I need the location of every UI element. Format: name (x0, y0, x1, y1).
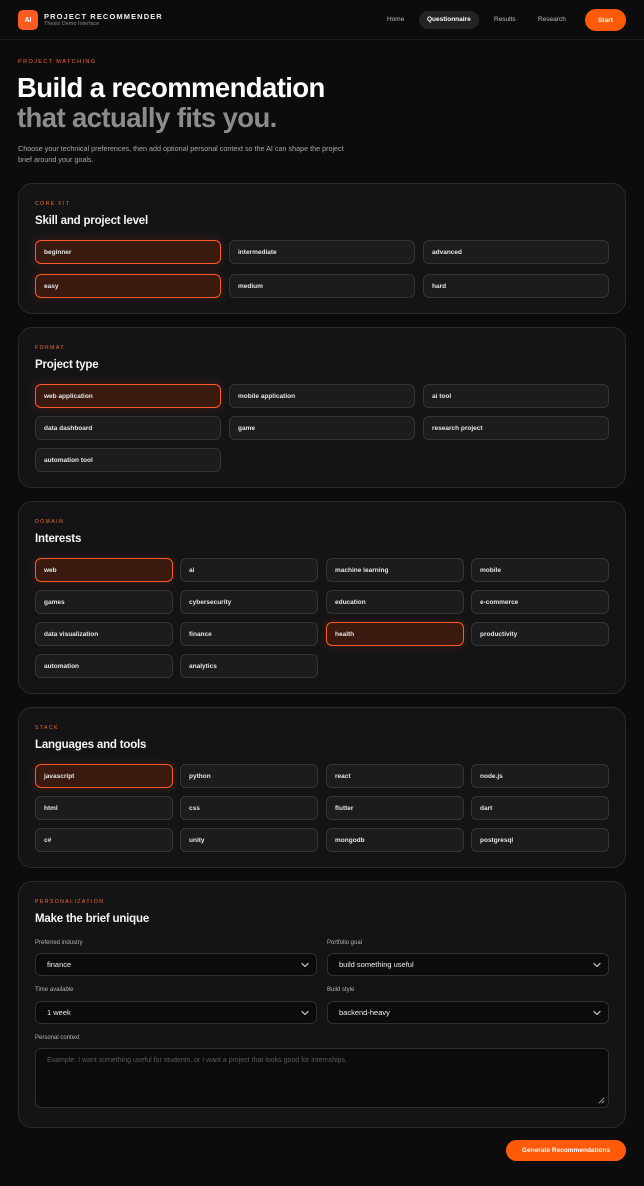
section-title: Skill and project level (35, 215, 148, 227)
context-label: Personal context (35, 1035, 80, 1041)
chip-type-web-application[interactable]: web application (35, 384, 221, 408)
chip-stack-dart[interactable]: dart (471, 796, 609, 820)
chip-stack-csharp[interactable]: c# (35, 828, 173, 852)
section-title: Make the brief unique (35, 913, 150, 925)
chip-stack-postgresql[interactable]: postgresql (471, 828, 609, 852)
chip-difficulty-hard[interactable]: hard (423, 274, 609, 298)
brand-subtitle: Thesis Demo Interface (44, 21, 100, 27)
section-eyebrow: CORE FIT (35, 201, 71, 207)
start-button[interactable]: Start (585, 9, 626, 31)
goal-label: Portfolio goal (327, 940, 363, 946)
app-logo: AI (18, 10, 38, 30)
personal-context-textarea[interactable]: Example: I want something useful for stu… (35, 1048, 609, 1108)
chip-interest-productivity[interactable]: productivity (471, 622, 609, 646)
chip-type-automation-tool[interactable]: automation tool (35, 448, 221, 472)
chip-interest-cybersecurity[interactable]: cybersecurity (180, 590, 318, 614)
chip-stack-javascript[interactable]: javascript (35, 764, 173, 788)
top-nav-bar: AI PROJECT RECOMMENDER Thesis Demo Inter… (0, 0, 644, 40)
chip-stack-unity[interactable]: unity (180, 828, 318, 852)
page-title-accent: that actually fits you. (17, 102, 277, 133)
chip-stack-flutter[interactable]: flutter (326, 796, 464, 820)
chip-skill-intermediate[interactable]: intermediate (229, 240, 415, 264)
nav-research[interactable]: Research (530, 11, 574, 29)
nav-questionnaire[interactable]: Questionnaire (419, 11, 479, 29)
chip-interest-analytics[interactable]: analytics (180, 654, 318, 678)
domain-section: DOMAIN Interests web ai machine learning… (18, 501, 626, 694)
section-eyebrow: PERSONALIZATION (35, 899, 105, 905)
industry-value: finance (47, 960, 72, 969)
chip-difficulty-medium[interactable]: medium (229, 274, 415, 298)
chevron-down-icon (593, 1010, 601, 1016)
section-title: Project type (35, 359, 99, 371)
time-label: Time available (35, 987, 74, 993)
chip-interest-data-visualization[interactable]: data visualization (35, 622, 173, 646)
chip-stack-mongodb[interactable]: mongodb (326, 828, 464, 852)
chip-type-data-dashboard[interactable]: data dashboard (35, 416, 221, 440)
chip-stack-css[interactable]: css (180, 796, 318, 820)
section-eyebrow: FORMAT (35, 345, 65, 351)
chip-stack-nodejs[interactable]: node.js (471, 764, 609, 788)
chip-interest-web[interactable]: web (35, 558, 173, 582)
intro-text: Choose your technical preferences, then … (18, 144, 344, 164)
time-value: 1 week (47, 1008, 71, 1017)
chip-interest-health[interactable]: health (326, 622, 464, 646)
chevron-down-icon (301, 962, 309, 968)
chip-stack-react[interactable]: react (326, 764, 464, 788)
section-eyebrow: STACK (35, 725, 59, 731)
chip-interest-ai[interactable]: ai (180, 558, 318, 582)
chip-type-research-project[interactable]: research project (423, 416, 609, 440)
generate-recommendations-button[interactable]: Generate Recommendations (506, 1140, 626, 1161)
chip-interest-automation[interactable]: automation (35, 654, 173, 678)
core-fit-section: CORE FIT Skill and project level beginne… (18, 183, 626, 314)
chip-interest-games[interactable]: games (35, 590, 173, 614)
chip-type-mobile-application[interactable]: mobile application (229, 384, 415, 408)
goal-value: build something useful (339, 960, 414, 969)
chip-stack-html[interactable]: html (35, 796, 173, 820)
time-available-select[interactable]: 1 week (35, 1001, 317, 1024)
personalization-section: PERSONALIZATION Make the brief unique Pr… (18, 881, 626, 1128)
section-title: Languages and tools (35, 739, 147, 751)
format-section: FORMAT Project type web application mobi… (18, 327, 626, 488)
portfolio-goal-select[interactable]: build something useful (327, 953, 609, 976)
chip-interest-e-commerce[interactable]: e-commerce (471, 590, 609, 614)
style-value: backend-heavy (339, 1008, 390, 1017)
chip-skill-advanced[interactable]: advanced (423, 240, 609, 264)
build-style-select[interactable]: backend-heavy (327, 1001, 609, 1024)
chip-interest-finance[interactable]: finance (180, 622, 318, 646)
chip-interest-education[interactable]: education (326, 590, 464, 614)
chip-type-ai-tool[interactable]: ai tool (423, 384, 609, 408)
hero-eyebrow: PROJECT MATCHING (18, 59, 97, 65)
chip-stack-python[interactable]: python (180, 764, 318, 788)
context-placeholder: Example: I want something useful for stu… (47, 1057, 347, 1064)
section-eyebrow: DOMAIN (35, 519, 65, 525)
industry-select[interactable]: finance (35, 953, 317, 976)
section-title: Interests (35, 533, 82, 545)
style-label: Build style (327, 987, 355, 993)
chip-interest-machine-learning[interactable]: machine learning (326, 558, 464, 582)
chevron-down-icon (593, 962, 601, 968)
industry-label: Preferred industry (35, 940, 83, 946)
brand-title: PROJECT RECOMMENDER (44, 12, 163, 21)
chip-type-game[interactable]: game (229, 416, 415, 440)
stack-section: STACK Languages and tools javascript pyt… (18, 707, 626, 868)
nav-home[interactable]: Home (379, 11, 412, 29)
chip-interest-mobile[interactable]: mobile (471, 558, 609, 582)
chip-difficulty-easy[interactable]: easy (35, 274, 221, 298)
chevron-down-icon (301, 1010, 309, 1016)
chip-skill-beginner[interactable]: beginner (35, 240, 221, 264)
page-title: Build a recommendation (17, 72, 325, 103)
resize-grip-icon[interactable] (597, 1096, 605, 1104)
nav-results[interactable]: Results (486, 11, 524, 29)
